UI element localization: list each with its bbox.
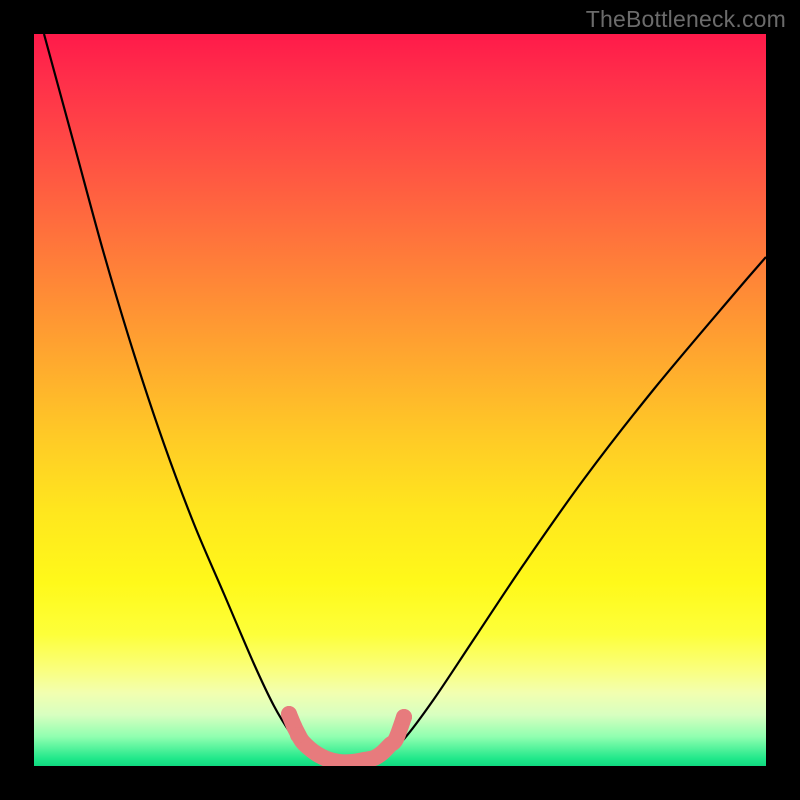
curve-line	[44, 34, 766, 762]
curve-svg	[34, 34, 766, 766]
dot-segment	[289, 714, 404, 762]
data-dots	[281, 706, 412, 762]
dot-point	[290, 727, 306, 743]
dot-point	[396, 709, 412, 725]
chart-frame: TheBottleneck.com	[0, 0, 800, 800]
watermark-text: TheBottleneck.com	[586, 6, 786, 33]
bottleneck-curve	[44, 34, 766, 762]
plot-area	[34, 34, 766, 766]
